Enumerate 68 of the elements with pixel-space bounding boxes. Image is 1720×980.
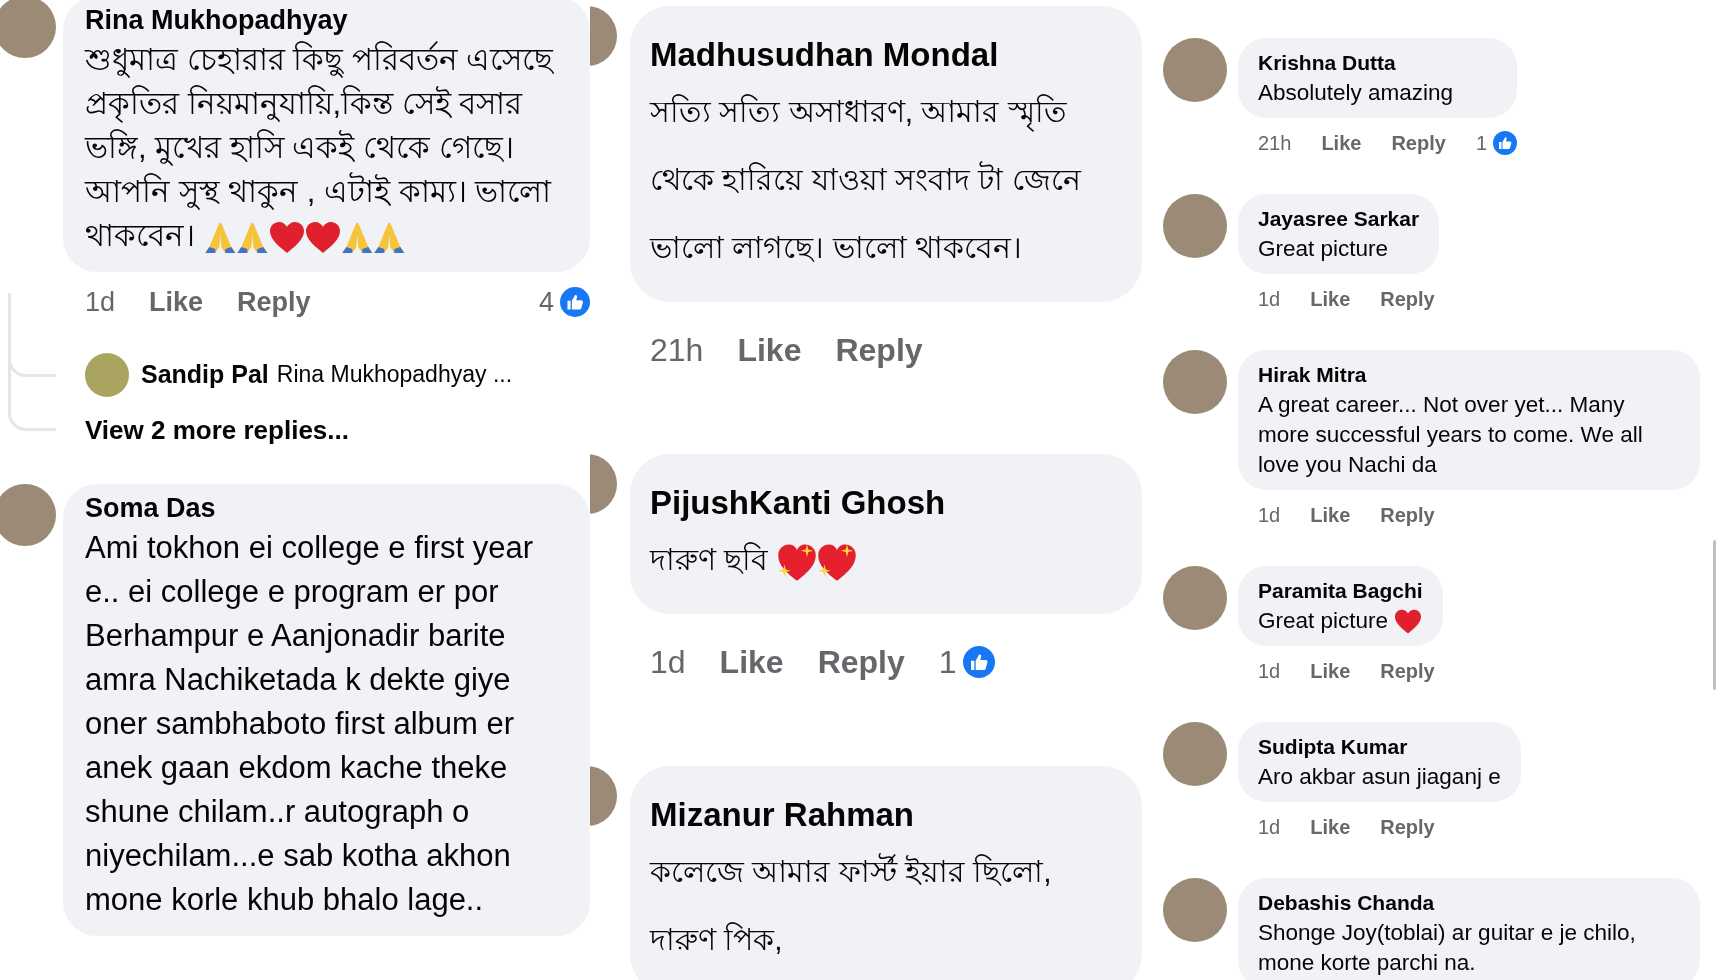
comment-action[interactable]: Reply: [835, 326, 923, 374]
comment-text: Shonge Joy(toblai) ar guitar e je chilo, mone korte parchi na.: [1258, 919, 1637, 977]
avatar[interactable]: [85, 352, 129, 397]
reaction-count: 1: [1475, 131, 1487, 156]
comment-action[interactable]: Reply: [1380, 284, 1435, 314]
heart-icon: [1395, 609, 1422, 636]
avatar[interactable]: [0, 0, 56, 58]
view-more-replies-link[interactable]: View 2 more replies...: [85, 410, 349, 450]
scrollbar[interactable]: [1713, 540, 1716, 690]
commenter-name[interactable]: Debashis Chanda: [1258, 888, 1435, 918]
comment-action[interactable]: Like: [1321, 128, 1362, 158]
comment-text: শুধুমাত্র চেহারার কিছু পরিবর্তন এসেছে প্রকৃতির নিয়মানুযায়ি,কিন্ত সেই বসার ভঙ্গি, মুখের হাসি একই থেকে গেছে। আপনি সুস্থ থাকুন , এটাই কাম্য। ভালো থাকবেন।: [85, 40, 555, 257]
comment-action[interactable]: Like: [1310, 500, 1351, 530]
comment-action[interactable]: Reply: [1380, 500, 1435, 530]
comment-action[interactable]: Like: [719, 638, 784, 686]
comment-text: A great career... Not over yet... Many more successful years to come. We all love you Nachi da: [1258, 391, 1644, 479]
commenter-name[interactable]: Paramita Bagchi: [1258, 576, 1423, 606]
comment-text: Great picture: [1258, 606, 1423, 636]
like-reaction-icon: [962, 646, 995, 678]
comment-action[interactable]: Like: [737, 326, 802, 374]
comment-text: কলেজে আমার ফার্স্ট ইয়ার ছিলো, দারুণ পিক,: [650, 852, 1053, 958]
comment-action[interactable]: Reply: [237, 282, 311, 323]
commenter-name[interactable]: Madhusudhan Mondal: [650, 32, 999, 78]
commenter-name[interactable]: Sudipta Kumar: [1258, 732, 1408, 762]
like-reaction-icon: [1493, 131, 1517, 155]
comment-text: Absolutely amazing: [1258, 79, 1455, 107]
praying-hands-icon: [341, 220, 373, 255]
comment-action[interactable]: Like: [1310, 656, 1351, 686]
praying-hands-icon: [374, 220, 405, 255]
comment-action[interactable]: Reply: [1380, 656, 1435, 686]
comment-action[interactable]: Like: [1310, 812, 1351, 842]
reaction-count: 4: [538, 286, 554, 319]
comment-text: দারুণ ছবি: [650, 526, 1122, 594]
comment-action[interactable]: Reply: [817, 638, 905, 686]
heart-icon: [305, 220, 340, 255]
sparkling-heart-icon: [776, 542, 817, 583]
comment-time: 21h: [650, 331, 704, 370]
praying-hands-icon: [237, 220, 268, 255]
commenter-name[interactable]: Rina Mukhopadhyay: [85, 2, 348, 38]
thread-line: [8, 360, 56, 431]
praying-hands-icon: [204, 220, 236, 255]
commenter-name[interactable]: Soma Das: [85, 489, 216, 526]
comment-text: Ami tokhon ei college e first year e.. ei college e program er por Berhampur e Aanjonadir barite amra Nachiketada k dekte giye oner sambhaboto first album er anek gaan ekdom kache theke shune chilam..r autograph o niyechilam...e sab kotha akhon mone korle khub bhalo lage..: [85, 528, 534, 919]
comment-time: 1d: [1258, 287, 1281, 312]
reply-author[interactable]: Sandip Pal: [141, 355, 269, 394]
comment-time: 1d: [1258, 503, 1281, 528]
reply-text: Rina Mukhopadhyay ...: [276, 360, 513, 390]
commenter-name[interactable]: Krishna Dutta: [1258, 48, 1396, 78]
comment-time: 1d: [1258, 659, 1281, 684]
reaction-count: 1: [938, 643, 957, 682]
commenter-name[interactable]: Mizanur Rahman: [650, 792, 915, 838]
comment-action[interactable]: Reply: [1391, 128, 1446, 158]
comment-time: 1d: [85, 286, 116, 319]
like-reaction-icon: [560, 287, 590, 318]
comment-action[interactable]: Reply: [1380, 812, 1435, 842]
commenter-name[interactable]: Jayasree Sarkar: [1258, 204, 1420, 234]
commenter-name[interactable]: PijushKanti Ghosh: [650, 480, 946, 526]
comment-action[interactable]: Like: [1310, 284, 1351, 314]
comment-text: সত্যি সত্যি অসাধারণ, আমার স্মৃতি থেকে হারিয়ে যাওয়া সংবাদ টা জেনে ভালো লাগছে। ভালো থাকবেন।: [650, 93, 1083, 266]
commenter-name[interactable]: Hirak Mitra: [1258, 360, 1367, 390]
comment-time: 1d: [650, 643, 686, 682]
comment-text: Great picture: [1258, 235, 1390, 263]
comment-action[interactable]: Like: [149, 282, 204, 323]
comment-time: 1d: [1258, 815, 1281, 840]
comment-time: 21h: [1258, 131, 1292, 156]
comment-text: Aro akbar asun jiaganj e: [1258, 763, 1501, 791]
sparkling-heart-icon: [816, 542, 857, 583]
heart-icon: [269, 220, 304, 255]
